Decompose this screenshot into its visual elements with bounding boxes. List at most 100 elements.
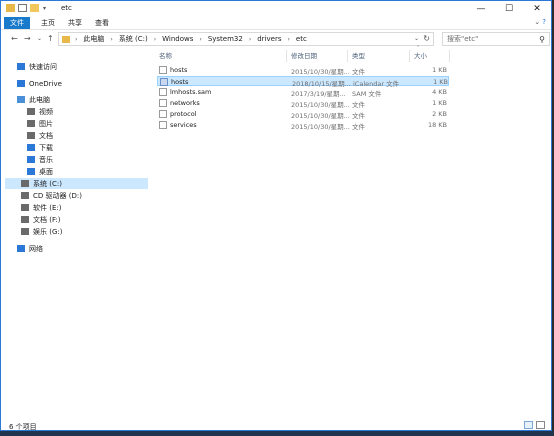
file-type: 文件: [352, 101, 365, 109]
navigation-pane: 快速访问 OneDrive 此电脑 视频 图片文档下载 音乐 桌面系统 (C:) CD 驱动器…: [1, 48, 151, 420]
sidebar-item[interactable]: 网络: [17, 243, 43, 254]
tab-file[interactable]: 文件: [4, 17, 30, 29]
column-divider[interactable]: [286, 50, 287, 62]
sidebar-item[interactable]: 快速访问: [17, 61, 57, 72]
address-dropdown-icon[interactable]: ⌄: [414, 35, 419, 42]
properties-icon[interactable]: [18, 4, 27, 12]
breadcrumb-separator-icon[interactable]: ›: [75, 36, 77, 43]
file-row[interactable]: lmhosts.sam 2017/3/19/星期... SAM 文件 4 KB: [157, 87, 449, 98]
breadcrumb-drivers[interactable]: drivers: [257, 35, 281, 43]
folder-icon: [62, 35, 70, 43]
column-divider[interactable]: [409, 50, 410, 62]
file-name: hosts: [170, 66, 188, 74]
large-icons-view-icon[interactable]: [536, 421, 545, 429]
back-arrow-icon[interactable]: ←: [11, 34, 18, 43]
breadcrumb-system32[interactable]: System32: [208, 35, 243, 43]
file-size: 18 KB: [427, 121, 447, 129]
file-size: 1 KB: [432, 66, 447, 74]
file-row[interactable]: protocol 2015/10/30/星期... 文件 2 KB: [157, 109, 449, 120]
file-date: 2015/10/30/星期...: [291, 101, 350, 109]
column-header-type[interactable]: 类型: [352, 50, 365, 62]
customize-toolbar-icon[interactable]: ▾: [43, 5, 46, 12]
file-name: networks: [170, 99, 200, 107]
file-icon: [159, 99, 167, 107]
breadcrumb-c-drive[interactable]: 系统 (C:): [119, 34, 148, 44]
help-icon[interactable]: ?: [542, 18, 546, 26]
drive-icon: [21, 216, 29, 223]
window-title: etc: [61, 4, 72, 12]
tab-home[interactable]: 主页: [35, 17, 61, 29]
sidebar-item[interactable]: 软件 (E:): [21, 202, 61, 213]
up-arrow-icon[interactable]: ↑: [47, 34, 54, 43]
maximize-button[interactable]: ☐: [495, 1, 523, 16]
file-size: 4 KB: [432, 88, 447, 96]
sidebar-item[interactable]: 文档: [27, 130, 53, 141]
file-list: 名称 修改日期 类型 大小 ⌃ hosts 2015/10/30/星期... 文件 1…: [153, 45, 551, 420]
breadcrumb-separator-icon[interactable]: ›: [110, 36, 112, 43]
refresh-icon[interactable]: ↻: [423, 34, 430, 43]
file-type: SAM 文件: [352, 90, 382, 98]
forward-arrow-icon[interactable]: →: [24, 34, 31, 43]
file-row[interactable]: services 2015/10/30/星期... 文件 18 KB: [157, 120, 449, 131]
sidebar-item[interactable]: 音乐: [27, 154, 53, 165]
taskbar: [0, 431, 554, 436]
sidebar-item[interactable]: 图片: [27, 118, 53, 129]
sidebar-item[interactable]: CD 驱动器 (D:): [21, 190, 82, 201]
breadcrumb-windows[interactable]: Windows: [162, 35, 193, 43]
sidebar-item[interactable]: 视频: [27, 106, 53, 117]
sidebar-item-label: OneDrive: [29, 79, 62, 88]
folder-icon: [6, 4, 15, 12]
details-view-icon[interactable]: [524, 421, 533, 429]
sidebar-item[interactable]: 下载: [27, 142, 53, 153]
column-header-collapse-icon[interactable]: ⌃: [416, 45, 420, 51]
file-row[interactable]: hosts 2018/10/15/星期... iCalendar 文件 1 KB: [157, 76, 449, 88]
sidebar-item-label: 系统 (C:): [33, 179, 62, 188]
file-size: 1 KB: [433, 78, 448, 86]
column-divider[interactable]: [347, 50, 348, 62]
file-icon: [159, 88, 167, 96]
address-bar[interactable]: › 此电脑 › 系统 (C:) › Windows › System32 › d…: [58, 32, 434, 46]
sidebar-item-label: 快速访问: [29, 62, 57, 71]
sidebar-item[interactable]: 娱乐 (G:): [21, 226, 62, 237]
sidebar-item-label: 文档: [39, 131, 53, 140]
minimize-button[interactable]: —: [467, 1, 495, 16]
breadcrumb-this-pc[interactable]: 此电脑: [83, 34, 104, 44]
sidebar-item[interactable]: 此电脑: [17, 94, 50, 105]
calendar-file-icon: [160, 78, 168, 86]
title-bar[interactable]: ▾ etc — ☐ ✕: [1, 1, 551, 16]
tab-view[interactable]: 查看: [89, 17, 115, 29]
drive-icon: [21, 180, 29, 187]
recent-locations-icon[interactable]: ⌄: [37, 35, 42, 42]
breadcrumb-etc[interactable]: etc: [296, 35, 307, 43]
file-date: 2017/3/19/星期...: [291, 90, 346, 98]
column-divider[interactable]: [449, 50, 450, 62]
status-bar: 6 个项目: [1, 420, 551, 431]
file-row[interactable]: networks 2015/10/30/星期... 文件 1 KB: [157, 98, 449, 109]
file-type: 文件: [352, 112, 365, 120]
sidebar-item[interactable]: 桌面: [27, 166, 53, 177]
sidebar-item[interactable]: 文档 (F:): [21, 214, 61, 225]
file-name: services: [170, 121, 197, 129]
sidebar-item[interactable]: 系统 (C:): [5, 178, 148, 189]
quick-access-toolbar: ▾: [6, 4, 46, 12]
expand-ribbon-icon[interactable]: ⌄ ?: [534, 18, 546, 26]
column-header-date[interactable]: 修改日期: [291, 50, 317, 62]
file-icon: [159, 66, 167, 74]
file-row[interactable]: hosts 2015/10/30/星期... 文件 1 KB: [157, 65, 449, 76]
search-input[interactable]: 搜索"etc": [447, 34, 478, 44]
computer-icon: [17, 96, 25, 103]
search-box[interactable]: 搜索"etc" ⚲: [442, 32, 550, 46]
tab-share[interactable]: 共享: [62, 17, 88, 29]
sidebar-item[interactable]: OneDrive: [17, 78, 62, 89]
search-icon[interactable]: ⚲: [539, 35, 545, 44]
sidebar-item-label: CD 驱动器 (D:): [33, 191, 82, 200]
close-button[interactable]: ✕: [523, 1, 551, 16]
column-header-size[interactable]: 大小: [414, 50, 427, 62]
address-row: ← → ⌄ ↑ › 此电脑 › 系统 (C:) › Windows › Syst…: [1, 31, 551, 47]
breadcrumb-separator-icon[interactable]: ›: [154, 36, 156, 43]
column-header-name[interactable]: 名称: [159, 50, 172, 62]
breadcrumb-separator-icon[interactable]: ›: [199, 36, 201, 43]
breadcrumb-separator-icon[interactable]: ›: [249, 36, 251, 43]
breadcrumb-separator-icon[interactable]: ›: [287, 36, 289, 43]
new-folder-icon[interactable]: [30, 4, 39, 12]
